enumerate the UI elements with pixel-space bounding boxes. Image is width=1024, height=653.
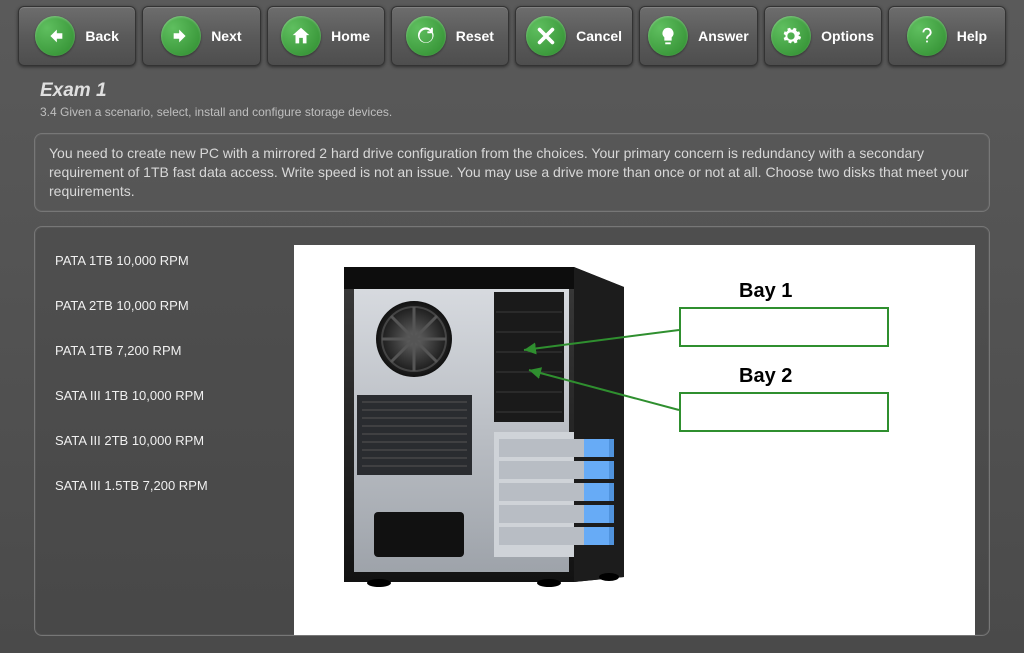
help-button[interactable]: Help — [888, 6, 1006, 66]
answer-label: Answer — [698, 28, 749, 44]
options-button[interactable]: Options — [764, 6, 882, 66]
home-label: Home — [331, 28, 370, 44]
drive-list: PATA 1TB 10,000 RPM PATA 2TB 10,000 RPM … — [49, 245, 284, 635]
bay1-label: Bay 1 — [739, 280, 792, 303]
bay2-label: Bay 2 — [739, 365, 792, 388]
back-button[interactable]: Back — [18, 6, 136, 66]
options-label: Options — [821, 28, 874, 44]
refresh-icon — [406, 16, 446, 56]
drive-option[interactable]: PATA 1TB 7,200 RPM — [55, 343, 284, 358]
home-button[interactable]: Home — [267, 6, 385, 66]
lightbulb-icon — [648, 16, 688, 56]
next-button[interactable]: Next — [142, 6, 260, 66]
drive-option[interactable]: SATA III 1TB 10,000 RPM — [55, 388, 284, 403]
work-area: PATA 1TB 10,000 RPM PATA 2TB 10,000 RPM … — [34, 226, 990, 636]
bay2-dropzone[interactable] — [679, 392, 889, 432]
close-icon — [526, 16, 566, 56]
question-text: You need to create new PC with a mirrore… — [34, 133, 990, 212]
cancel-label: Cancel — [576, 28, 622, 44]
drive-option[interactable]: PATA 1TB 10,000 RPM — [55, 253, 284, 268]
exam-title: Exam 1 — [40, 80, 984, 102]
arrow-left-icon — [35, 16, 75, 56]
gear-icon — [771, 16, 811, 56]
drive-option[interactable]: PATA 2TB 10,000 RPM — [55, 298, 284, 313]
exam-header: Exam 1 3.4 Given a scenario, select, ins… — [0, 74, 1024, 123]
reset-button[interactable]: Reset — [391, 6, 509, 66]
help-label: Help — [957, 28, 987, 44]
cancel-button[interactable]: Cancel — [515, 6, 633, 66]
bay1-dropzone[interactable] — [679, 307, 889, 347]
arrow-right-icon — [161, 16, 201, 56]
toolbar: Back Next Home Reset Cancel Answer Opt — [0, 0, 1024, 74]
reset-label: Reset — [456, 28, 494, 44]
drive-option[interactable]: SATA III 1.5TB 7,200 RPM — [55, 478, 284, 493]
drive-option[interactable]: SATA III 2TB 10,000 RPM — [55, 433, 284, 448]
home-icon — [281, 16, 321, 56]
back-label: Back — [85, 28, 118, 44]
pc-case-image — [324, 257, 634, 587]
answer-button[interactable]: Answer — [639, 6, 757, 66]
drop-canvas: Bay 1 Bay 2 — [294, 245, 975, 635]
exam-objective: 3.4 Given a scenario, select, install an… — [40, 105, 984, 119]
next-label: Next — [211, 28, 241, 44]
question-icon — [907, 16, 947, 56]
